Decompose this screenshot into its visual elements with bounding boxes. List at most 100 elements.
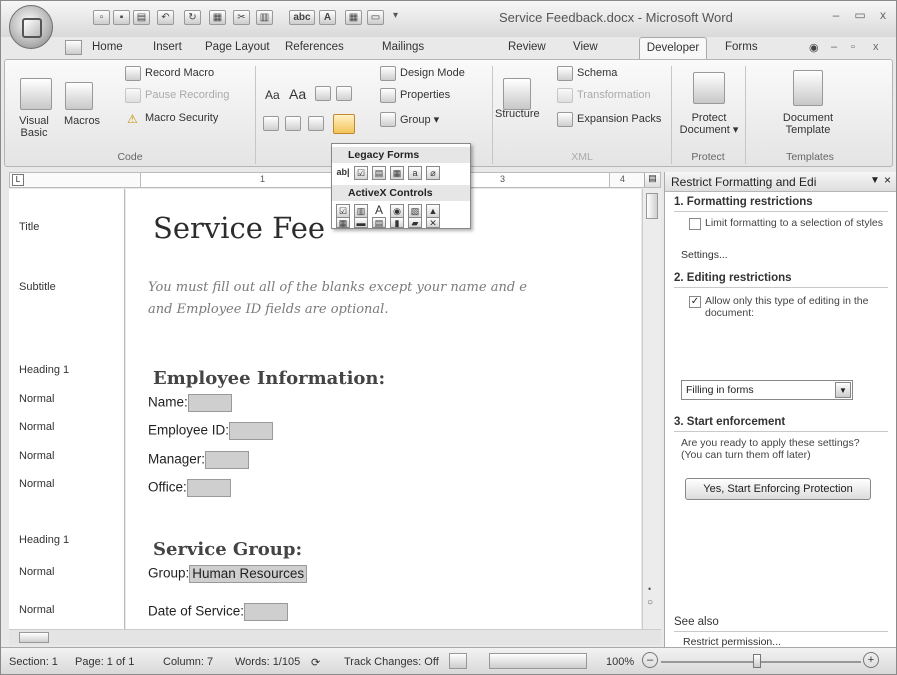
activex-option-button-icon[interactable]: ◉	[390, 204, 404, 218]
view-buttons[interactable]	[489, 653, 587, 669]
picture-control-icon[interactable]	[315, 86, 331, 101]
settings-link[interactable]: Settings...	[681, 249, 728, 261]
grid-icon[interactable]: ▦	[345, 10, 362, 25]
text-form-field-icon[interactable]: ab|	[336, 166, 350, 180]
employee-id-field[interactable]	[229, 422, 274, 440]
zoom-level[interactable]: 100%	[606, 656, 634, 668]
document-template-button[interactable]: Document Template	[775, 112, 841, 136]
visual-basic-button[interactable]: Visual Basic	[11, 115, 57, 139]
properties-button[interactable]: Properties	[400, 89, 450, 101]
doc-close-icon[interactable]: x	[873, 41, 879, 53]
check-box-form-field-icon[interactable]: ☑	[354, 166, 368, 180]
name-field[interactable]	[187, 394, 232, 412]
activex-image-icon[interactable]: ▧	[408, 204, 422, 218]
document-template-icon[interactable]	[793, 70, 823, 106]
group-button[interactable]: Group ▾	[400, 113, 439, 126]
tab-developer[interactable]: Developer	[639, 37, 707, 60]
page-indicator[interactable]: Page: 1 of 1	[75, 656, 134, 668]
scroll-thumb[interactable]	[19, 632, 49, 643]
customize-icon[interactable]	[65, 40, 82, 55]
date-field[interactable]	[244, 603, 289, 621]
activex-list-box-icon[interactable]: ▤	[372, 217, 386, 228]
protect-document-button[interactable]: Protect Document ▾	[679, 112, 739, 136]
plain-text-control-button[interactable]: Aa	[289, 86, 306, 102]
combo-box-icon[interactable]	[336, 86, 352, 101]
activex-more-controls-icon[interactable]: ✕	[426, 217, 440, 228]
repeat-icon[interactable]: ↻	[184, 10, 201, 25]
minimize-button[interactable]: –	[826, 8, 846, 24]
start-enforcing-button[interactable]: Yes, Start Enforcing Protection	[685, 478, 871, 500]
help-icon[interactable]: ◉	[809, 41, 819, 54]
office-button[interactable]	[9, 5, 53, 49]
column-indicator[interactable]: Column: 7	[163, 656, 213, 668]
record-macro-button[interactable]: Record Macro	[145, 67, 214, 79]
activex-combo-box-icon[interactable]: ▦	[336, 217, 350, 228]
paste-icon[interactable]: ▥	[256, 10, 273, 25]
schema-button[interactable]: Schema	[577, 67, 617, 79]
pane-menu-icon[interactable]: ▼	[870, 175, 880, 186]
qat-dropdown-icon[interactable]: ▾	[393, 10, 398, 21]
structure-button[interactable]: Structure	[495, 108, 540, 120]
building-block-icon[interactable]	[308, 116, 324, 131]
legacy-tools-icon[interactable]	[333, 114, 355, 134]
tab-page-layout[interactable]: Page Layout	[205, 41, 270, 53]
tab-view[interactable]: View	[573, 41, 598, 53]
allow-editing-checkbox[interactable]: ✓	[689, 296, 701, 308]
pane-close-icon[interactable]: ×	[884, 173, 891, 187]
save-icon[interactable]: ▪	[113, 10, 130, 25]
visual-basic-icon[interactable]	[20, 78, 52, 110]
expansion-packs-button[interactable]: Expansion Packs	[577, 113, 661, 125]
protect-document-icon[interactable]	[693, 72, 725, 104]
macro-record-icon[interactable]	[449, 653, 467, 669]
group-field[interactable]: Human Resources	[189, 565, 308, 583]
editing-type-dropdown[interactable]: Filling in forms ▼	[681, 380, 853, 400]
insert-frame-icon[interactable]: ▦	[390, 166, 404, 180]
open-icon[interactable]: ▤	[133, 10, 150, 25]
rich-text-control-button[interactable]: Aa	[265, 88, 280, 102]
section-indicator[interactable]: Section: 1	[9, 656, 58, 668]
tab-forms[interactable]: Forms	[725, 41, 758, 53]
dropdown-arrow-icon[interactable]: ▼	[835, 382, 851, 398]
cut-icon[interactable]: ✂	[233, 10, 250, 25]
print-icon[interactable]: ▦	[209, 10, 226, 25]
previous-page-icon[interactable]: •	[648, 584, 651, 594]
manager-field[interactable]	[205, 451, 250, 469]
design-mode-button[interactable]: Design Mode	[400, 67, 465, 79]
activex-checkbox-icon[interactable]: ☑	[336, 204, 350, 218]
limit-formatting-checkbox[interactable]	[689, 218, 701, 230]
proofing-icon[interactable]: ⟳	[311, 656, 320, 669]
document-page[interactable]: Service Fee You must fill out all of the…	[126, 189, 641, 629]
close-button[interactable]: x	[873, 8, 893, 24]
tab-home[interactable]: Home	[92, 41, 123, 53]
zoom-out-icon[interactable]: –	[642, 652, 658, 668]
tab-insert[interactable]: Insert	[153, 41, 182, 53]
macro-security-button[interactable]: Macro Security	[145, 112, 218, 124]
vertical-scrollbar[interactable]: • ○	[642, 189, 661, 629]
tab-review[interactable]: Review	[508, 41, 546, 53]
doc-restore-icon[interactable]: ▫	[851, 41, 855, 53]
view-ruler-icon[interactable]: ▤	[644, 173, 660, 187]
date-picker-icon[interactable]	[285, 116, 301, 131]
spelling-icon[interactable]: abc	[289, 10, 315, 25]
word-count[interactable]: Words: 1/105	[235, 656, 300, 668]
maximize-button[interactable]: ▭	[850, 8, 870, 24]
activex-textbox-icon[interactable]: ▥	[354, 204, 368, 218]
form-field-shading-icon[interactable]: a	[408, 166, 422, 180]
track-changes-indicator[interactable]: Track Changes: Off	[344, 656, 439, 668]
scroll-thumb[interactable]	[646, 193, 658, 219]
activex-spin-button-icon[interactable]: ▲	[426, 204, 440, 218]
structure-icon[interactable]	[503, 78, 531, 110]
horizontal-scrollbar[interactable]	[9, 629, 661, 645]
doc-minimize-icon[interactable]: –	[831, 41, 837, 53]
activex-scroll-bar-icon[interactable]: ▮	[390, 217, 404, 228]
zoom-slider-thumb[interactable]	[753, 654, 761, 668]
zoom-in-icon[interactable]: +	[863, 652, 879, 668]
macros-button[interactable]: Macros	[64, 115, 100, 127]
activex-label-icon[interactable]: A	[372, 204, 386, 218]
tab-references[interactable]: References	[285, 41, 344, 53]
macros-icon[interactable]	[65, 82, 93, 110]
zoom-slider-track[interactable]	[661, 661, 861, 663]
activex-command-button-icon[interactable]: ▬	[354, 217, 368, 228]
select-browse-object-icon[interactable]: ○	[647, 597, 653, 608]
font-color-icon[interactable]: A	[319, 10, 336, 25]
